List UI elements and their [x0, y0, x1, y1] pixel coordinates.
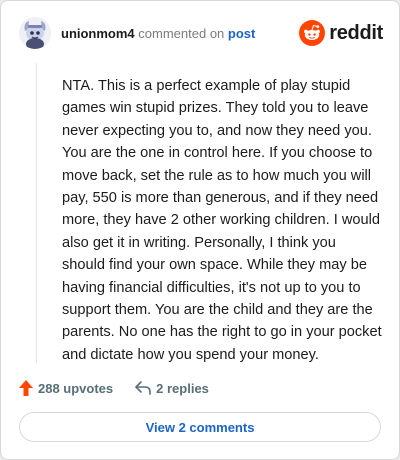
comment-header: unionmom4 commented on post reddit: [19, 17, 383, 51]
comment-card: unionmom4 commented on post reddit NTA. …: [0, 0, 400, 460]
reddit-logo-icon: [299, 20, 326, 46]
reply-arrow-icon: [135, 381, 151, 395]
upvote-arrow-icon: [19, 380, 33, 396]
upvote-button[interactable]: 288 upvotes: [19, 380, 113, 396]
comment-body: NTA. This is a perfect example of play s…: [62, 78, 382, 363]
post-link[interactable]: post: [228, 26, 255, 41]
replies-count: 2 replies: [156, 380, 209, 396]
replies-button[interactable]: 2 replies: [135, 381, 209, 396]
comment-actions: 288 upvotes 2 replies: [19, 377, 209, 399]
view-comments-button[interactable]: View 2 comments: [19, 412, 381, 442]
reddit-brand[interactable]: reddit: [299, 20, 383, 46]
upvote-count: 288 upvotes: [38, 380, 114, 396]
brand-wordmark: reddit: [329, 21, 383, 44]
username-link[interactable]: unionmom4: [61, 26, 135, 41]
snoo-avatar-icon[interactable]: [19, 17, 51, 49]
action-text: commented on: [138, 26, 225, 41]
comment-byline: unionmom4 commented on post: [61, 26, 255, 41]
thread-line: [36, 63, 37, 363]
